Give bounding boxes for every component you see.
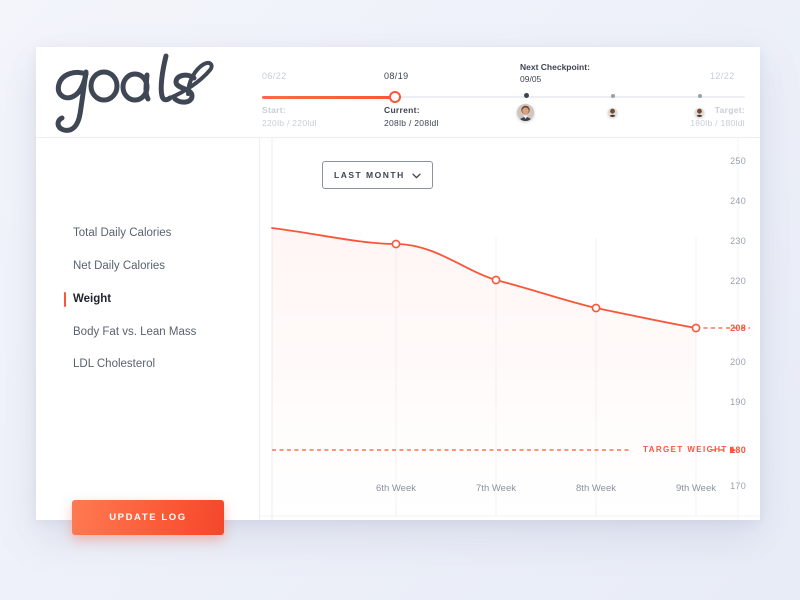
start-label: Start: xyxy=(262,105,286,115)
timeline-progress-fill xyxy=(262,96,395,99)
y-tick-200: 200 xyxy=(730,357,746,367)
next-checkpoint-date: 09/05 xyxy=(520,74,542,84)
timeline-target-info: Target: 180lb / 180ldl xyxy=(638,104,745,130)
update-log-button[interactable]: UPDATE LOG xyxy=(72,500,224,535)
chart-area-fill xyxy=(272,228,696,516)
target-value: 180lb / 180ldl xyxy=(690,118,745,128)
timeline-start-info: Start: 220lb / 220ldl xyxy=(262,104,317,130)
timeline-dot-checkpoint-3 xyxy=(698,94,702,98)
x-tick-week-7: 7th Week xyxy=(476,483,516,494)
next-checkpoint-label: Next Checkpoint: xyxy=(520,62,590,72)
active-item-marker xyxy=(64,292,66,307)
x-tick-week-6: 6th Week xyxy=(376,483,416,494)
card-header: 06/22 08/19 12/22 Next Checkpoint: 09/05… xyxy=(36,47,760,138)
y-tick-170: 170 xyxy=(730,481,746,491)
sidebar-item-net-daily-calories[interactable]: Net Daily Calories xyxy=(73,260,165,272)
sidebar-item-weight[interactable]: Weight xyxy=(73,293,111,305)
timeline-current-info: Current: 208lb / 208ldl xyxy=(384,104,439,130)
timeline-thumb-current[interactable] xyxy=(389,91,401,103)
data-point-week-9[interactable] xyxy=(691,323,701,333)
y-tick-220: 220 xyxy=(730,276,746,286)
timeline-dot-checkpoint-2 xyxy=(611,94,615,98)
sidebar-item-ldl-cholesterol[interactable]: LDL Cholesterol xyxy=(73,358,155,370)
target-label: Target: xyxy=(714,105,745,115)
card-body: Total Daily Calories Net Daily Calories … xyxy=(36,138,760,535)
checkpoint-3-avatar[interactable] xyxy=(695,108,704,117)
timeline-current-date: 08/19 xyxy=(384,71,409,81)
data-point-week-6[interactable] xyxy=(391,239,401,249)
weight-line-chart xyxy=(260,138,760,520)
next-checkpoint-info: Next Checkpoint: 09/05 xyxy=(520,61,590,85)
current-value: 208lb / 208ldl xyxy=(384,118,439,128)
data-point-week-8[interactable] xyxy=(591,303,601,313)
x-tick-week-8: 8th Week xyxy=(576,483,616,494)
target-weight-label: TARGET WEIGHT xyxy=(643,445,728,454)
chart-panel: LAST MONTH TARGET WEIGHT 250 240 230 220… xyxy=(260,138,760,520)
data-point-week-7[interactable] xyxy=(491,275,501,285)
start-value: 220lb / 220ldl xyxy=(262,118,317,128)
y-tick-250: 250 xyxy=(730,156,746,166)
checkpoint-2-avatar[interactable] xyxy=(608,108,617,117)
current-label: Current: xyxy=(384,105,420,115)
timeline-start-date: 06/22 xyxy=(262,71,287,81)
sidebar-item-body-fat-vs-lean-mass[interactable]: Body Fat vs. Lean Mass xyxy=(73,326,196,338)
y-tick-180-target: 180 xyxy=(730,445,746,455)
brand-logo xyxy=(42,42,252,138)
y-tick-240: 240 xyxy=(730,196,746,206)
timeline-dot-checkpoint-1 xyxy=(524,93,529,98)
x-tick-week-9: 9th Week xyxy=(676,483,716,494)
metrics-sidebar: Total Daily Calories Net Daily Calories … xyxy=(36,138,260,535)
next-checkpoint-avatar[interactable] xyxy=(517,104,534,121)
sidebar-item-total-daily-calories[interactable]: Total Daily Calories xyxy=(73,227,171,239)
progress-timeline[interactable]: 06/22 08/19 12/22 Next Checkpoint: 09/05… xyxy=(258,47,760,138)
y-tick-230: 230 xyxy=(730,236,746,246)
y-tick-208-current: 208 xyxy=(730,323,746,333)
goals-card: 06/22 08/19 12/22 Next Checkpoint: 09/05… xyxy=(36,47,760,535)
timeline-target-date: 12/22 xyxy=(710,71,735,81)
y-tick-190: 190 xyxy=(730,397,746,407)
